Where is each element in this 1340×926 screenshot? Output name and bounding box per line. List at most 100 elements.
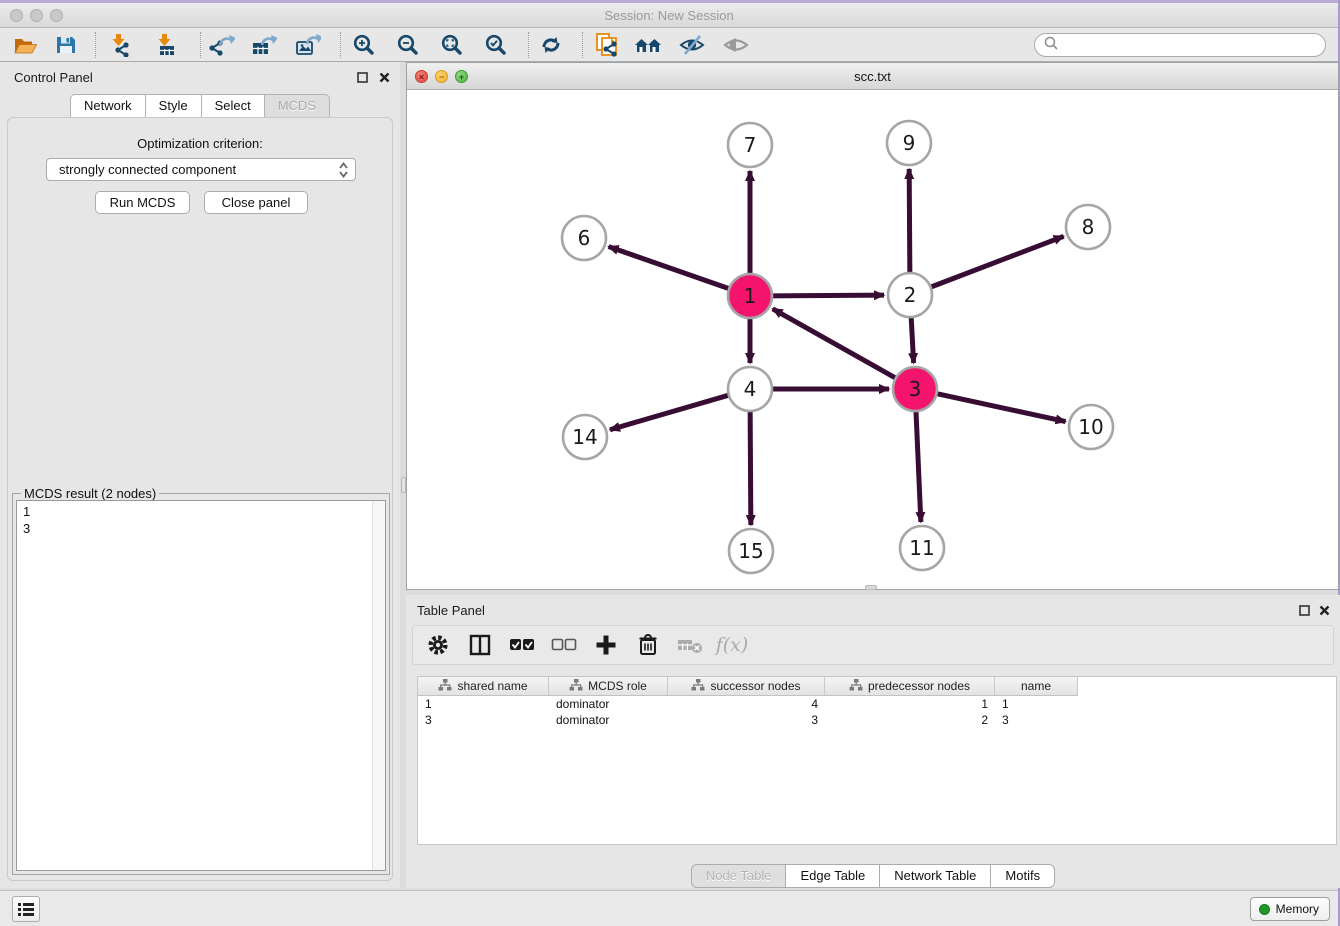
hide-selected-icon[interactable] [674,30,710,60]
graph-node-3[interactable]: 3 [893,367,937,411]
show-all-icon[interactable] [718,30,754,60]
graph-node-14[interactable]: 14 [563,415,607,459]
export-table-icon[interactable] [246,30,282,60]
graph-node-7[interactable]: 7 [728,123,772,167]
svg-text:9: 9 [903,131,916,155]
criterion-dropdown[interactable]: strongly connected component [46,158,356,181]
main-toolbar [0,28,1338,62]
export-image-icon[interactable] [290,30,326,60]
column-header-name[interactable]: name [995,677,1078,696]
graph-edge-2-8[interactable] [929,236,1064,288]
optimization-criterion-label: Optimization criterion: [8,136,392,151]
add-icon[interactable] [593,632,619,658]
cell-successor_nodes[interactable]: 4 [668,696,825,712]
graph-node-6[interactable]: 6 [562,216,606,260]
run-mcds-button[interactable]: Run MCDS [95,191,190,214]
zoom-selected-icon[interactable] [477,30,513,60]
deselect-all-icon[interactable] [551,632,577,658]
graph-edge-3-11[interactable] [916,409,921,522]
column-header-shared_name[interactable]: shared name [418,677,549,696]
graph-node-4[interactable]: 4 [728,367,772,411]
cell-name[interactable]: 1 [995,696,1078,712]
clone-network-icon[interactable] [588,30,624,60]
save-session-icon[interactable] [48,30,84,60]
zoom-fit-icon[interactable] [433,30,469,60]
graph-edge-4-14[interactable] [610,395,731,430]
network-window-titlebar[interactable]: × − + scc.txt [407,63,1338,90]
zoom-in-icon[interactable] [345,30,381,60]
graph-node-10[interactable]: 10 [1069,405,1113,449]
graph-edge-2-9[interactable] [909,169,910,275]
cell-mcds_role[interactable]: dominator [549,712,668,728]
graph-node-15[interactable]: 15 [729,529,773,573]
memory-button[interactable]: Memory [1250,897,1330,921]
network-view-window: × − + scc.txt 7 9 6 8 1 2 4 3 14 10 15 11 [406,62,1339,590]
float-panel-icon[interactable] [354,69,370,85]
close-panel-button[interactable]: Close panel [204,191,308,214]
task-history-button[interactable] [12,896,40,922]
graph-node-1[interactable]: 1 [728,274,772,318]
tab-node-table[interactable]: Node Table [691,864,787,888]
svg-text:1: 1 [744,284,757,308]
table-panel: Table Panel f(x) shared nameMCDS rolesuc… [406,595,1340,888]
panel-splitter-handle-horizontal[interactable] [865,585,877,590]
cell-successor_nodes[interactable]: 3 [668,712,825,728]
search-icon [1043,35,1059,56]
graph-edge-1-2[interactable] [770,295,884,296]
delete-table-icon [677,632,703,658]
close-table-panel-icon[interactable] [1316,602,1332,618]
close-panel-icon[interactable] [376,69,392,85]
table-settings-gear-icon[interactable] [425,632,451,658]
panel-splitter-handle[interactable] [401,477,406,493]
cell-shared_name[interactable]: 3 [418,712,549,728]
graph-edge-1-6[interactable] [609,247,732,290]
show-column-icon[interactable] [467,632,493,658]
table-row[interactable]: 1dominator411 [418,696,1336,712]
tab-mcds[interactable]: MCDS [265,94,330,118]
mcds-result-text[interactable]: 1 3 [16,500,386,871]
tab-select[interactable]: Select [202,94,265,118]
search-input[interactable] [1059,38,1309,52]
import-table-icon[interactable] [148,30,184,60]
graph-edge-3-1[interactable] [773,309,898,379]
toolbar-separator [582,32,583,58]
cell-mcds_role[interactable]: dominator [549,696,668,712]
svg-text:3: 3 [909,377,922,401]
graph-edge-2-3[interactable] [911,315,914,363]
select-all-icon[interactable] [509,632,535,658]
column-header-successor_nodes[interactable]: successor nodes [668,677,825,696]
tab-edge-table[interactable]: Edge Table [786,864,880,888]
tab-network[interactable]: Network [70,94,146,118]
first-neighbors-icon[interactable] [630,30,666,60]
result-scrollbar[interactable] [372,501,385,870]
memory-status-icon [1259,904,1270,915]
cell-predecessor_nodes[interactable]: 1 [825,696,995,712]
search-box[interactable] [1034,33,1326,57]
graph-edge-4-15[interactable] [750,409,751,525]
open-session-icon[interactable] [8,30,44,60]
column-header-mcds_role[interactable]: MCDS role [549,677,668,696]
toolbar-separator [95,32,96,58]
zoom-out-icon[interactable] [389,30,425,60]
import-network-icon[interactable] [102,30,138,60]
graph-edge-3-10[interactable] [935,393,1066,421]
delete-icon[interactable] [635,632,661,658]
graph-node-8[interactable]: 8 [1066,205,1110,249]
cell-shared_name[interactable]: 1 [418,696,549,712]
graph-node-9[interactable]: 9 [887,121,931,165]
memory-label: Memory [1276,902,1319,916]
cell-predecessor_nodes[interactable]: 2 [825,712,995,728]
export-network-icon[interactable] [204,30,240,60]
refresh-layout-icon[interactable] [533,30,569,60]
graph-node-2[interactable]: 2 [888,273,932,317]
tab-network-table[interactable]: Network Table [880,864,991,888]
network-canvas[interactable]: 7 9 6 8 1 2 4 3 14 10 15 11 [407,90,1338,589]
svg-text:6: 6 [578,226,591,250]
cell-name[interactable]: 3 [995,712,1078,728]
tab-motifs[interactable]: Motifs [991,864,1055,888]
float-table-panel-icon[interactable] [1296,602,1312,618]
tab-style[interactable]: Style [146,94,202,118]
graph-node-11[interactable]: 11 [900,526,944,570]
column-header-predecessor_nodes[interactable]: predecessor nodes [825,677,995,696]
table-row[interactable]: 3dominator323 [418,712,1336,728]
